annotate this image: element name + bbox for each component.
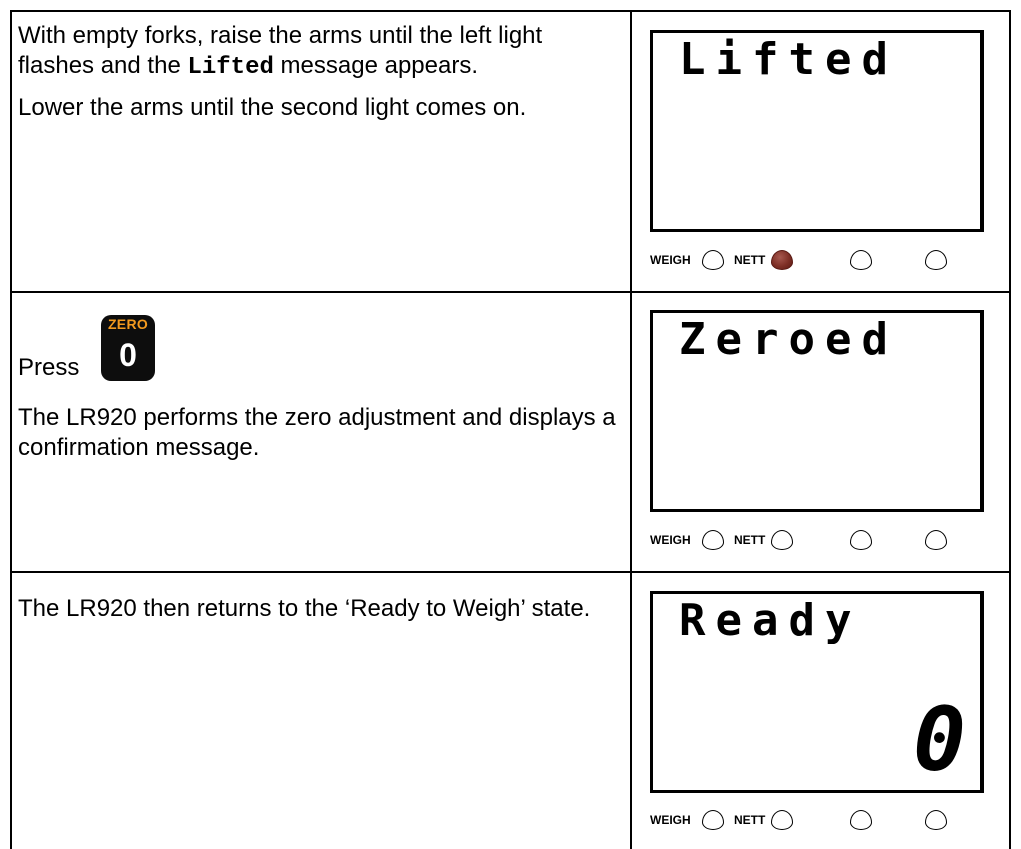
nett-light-icon (771, 530, 793, 550)
lcd-message: Ready (679, 595, 862, 646)
lcd-message: Lifted (679, 34, 898, 85)
weigh-light-icon (702, 810, 724, 830)
row1-indicator-lights: WEIGH NETT (650, 245, 980, 275)
weigh-label: WEIGH (650, 253, 691, 267)
row1-lcd-display: Lifted (650, 30, 984, 232)
light-4-icon (925, 530, 947, 550)
row2-instructions: The LR920 performs the zero adjustment a… (18, 403, 618, 463)
row2-lcd-display: Zeroed (650, 310, 984, 512)
table-row-divider-2 (10, 571, 1011, 573)
zero-key-digit: 0 (119, 337, 137, 373)
nett-label: NETT (734, 813, 766, 827)
press-label: Press (18, 354, 80, 381)
light-3-icon (850, 810, 872, 830)
nett-label: NETT (734, 533, 766, 547)
lcd-weight-value: 0 (913, 688, 966, 791)
table-border-right (1009, 10, 1011, 849)
row3-lcd-display: Ready 0 (650, 591, 984, 793)
light-4-icon (925, 810, 947, 830)
row2-indicator-lights: WEIGH NETT (650, 525, 980, 555)
weigh-light-icon (702, 250, 724, 270)
row3-indicator-lights: WEIGH NETT (650, 805, 980, 835)
nett-label: NETT (734, 253, 766, 267)
lcd-message: Zeroed (679, 314, 898, 365)
nett-light-icon (771, 250, 793, 270)
weigh-label: WEIGH (650, 533, 691, 547)
weigh-light-icon (702, 530, 724, 550)
table-column-divider (630, 10, 632, 849)
light-4-icon (925, 250, 947, 270)
weigh-label: WEIGH (650, 813, 691, 827)
table-row-divider-1 (10, 291, 1011, 293)
lifted-keyword: Lifted (187, 54, 274, 81)
zero-key-caption: ZERO (107, 316, 149, 332)
row1-instruction-text: With empty forks, raise the arms until t… (18, 22, 543, 81)
row2-press-instruction: Press ZERO 0 (18, 315, 318, 385)
row3-instructions: The LR920 then returns to the ‘Ready to … (18, 594, 618, 624)
row2-instruction-text: The LR920 performs the zero adjustment a… (18, 404, 616, 461)
nett-light-icon (771, 810, 793, 830)
row1-instruction-text-2: Lower the arms until the second light co… (18, 94, 527, 121)
light-3-icon (850, 530, 872, 550)
row1-instructions: With empty forks, raise the arms until t… (18, 21, 618, 123)
zero-key-button[interactable]: ZERO 0 (101, 315, 155, 381)
table-border-left (10, 10, 12, 849)
light-3-icon (850, 250, 872, 270)
table-border-top (10, 10, 1011, 12)
row3-instruction-text: The LR920 then returns to the ‘Ready to … (18, 595, 591, 622)
